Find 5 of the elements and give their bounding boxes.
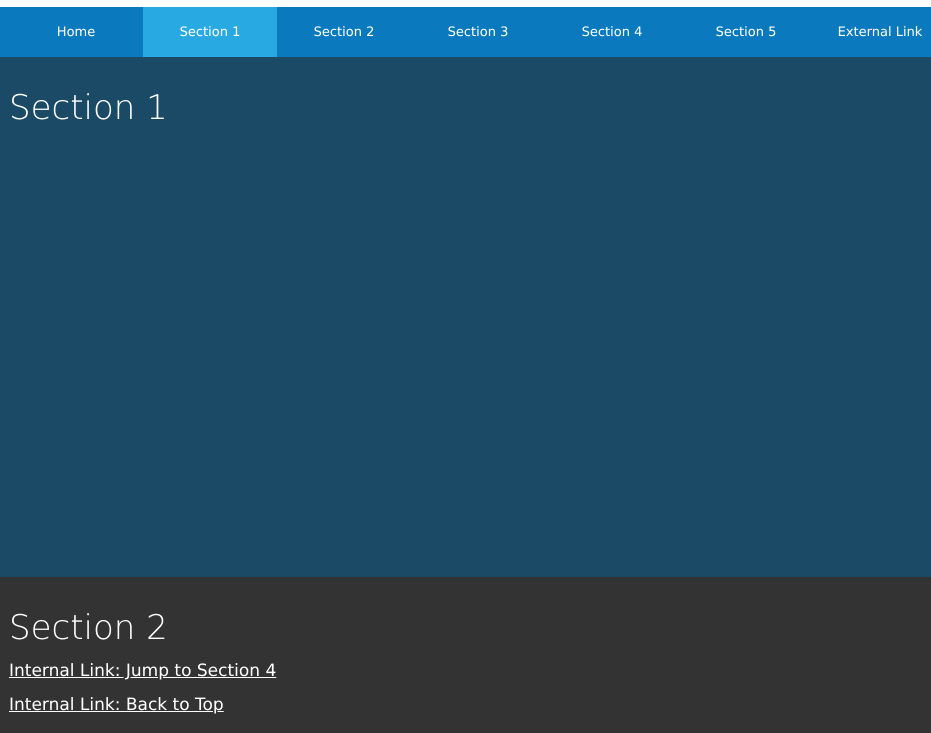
section-heading: Section 1 — [9, 87, 168, 130]
internal-link[interactable]: Internal Link: Back to Top — [9, 695, 224, 715]
section-heading: Section 2 — [9, 607, 168, 650]
internal-link[interactable]: Internal Link: Jump to Section 4 — [9, 661, 276, 681]
nav-link[interactable]: Section 1 — [143, 7, 277, 57]
